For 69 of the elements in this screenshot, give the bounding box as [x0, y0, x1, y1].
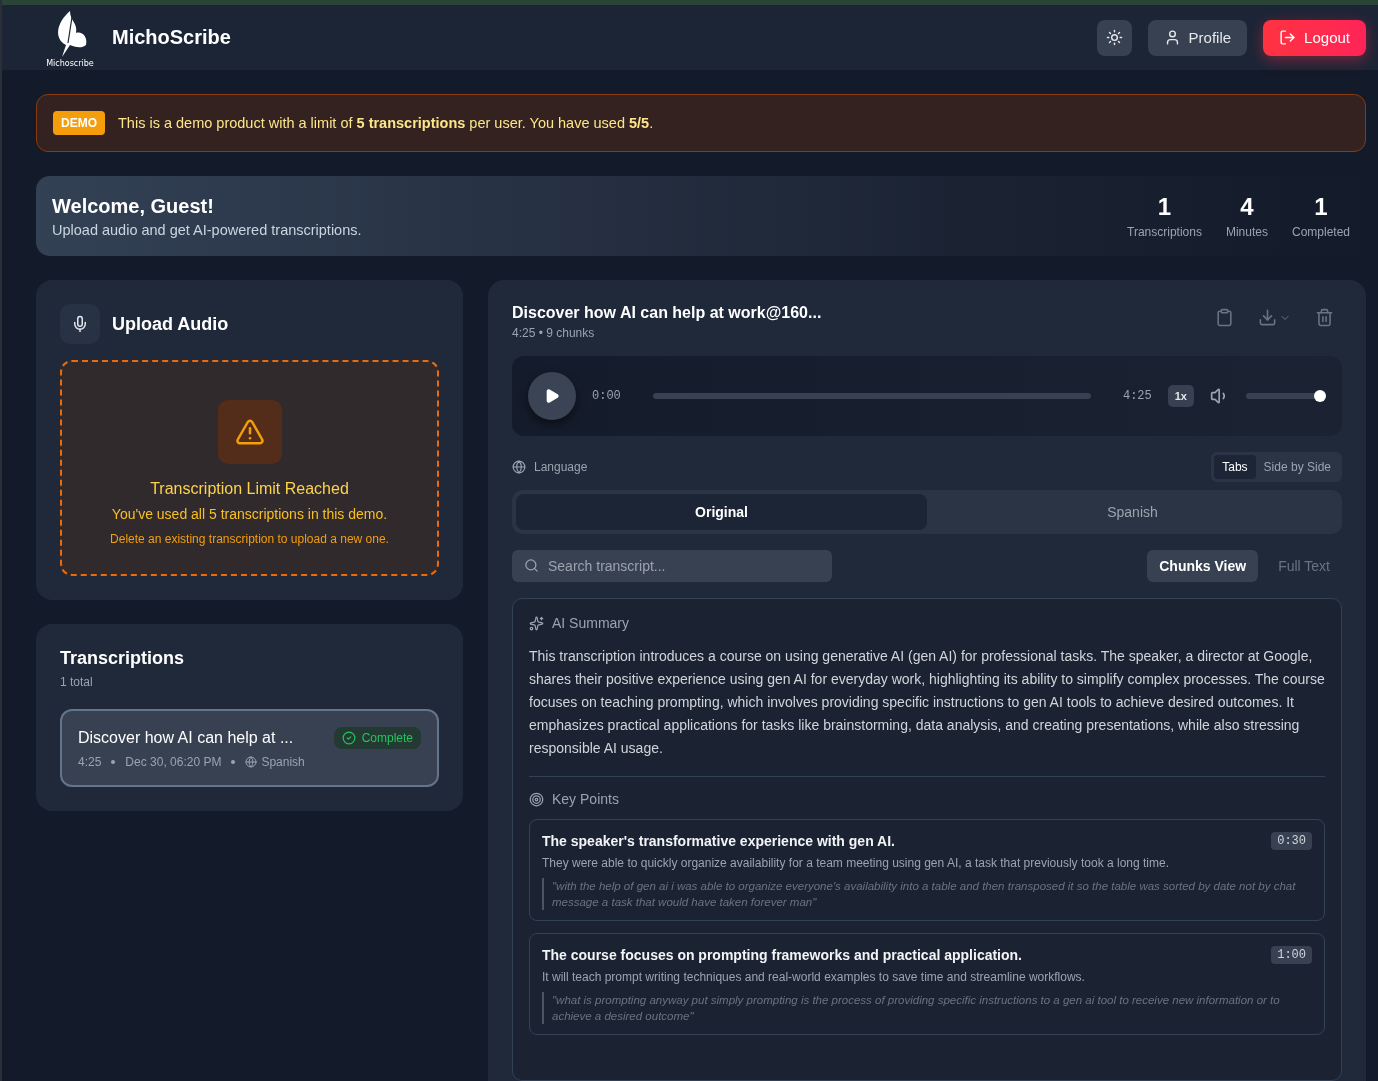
- play-icon: [544, 388, 560, 404]
- language-tab[interactable]: Original: [516, 494, 927, 530]
- key-point-title: The speaker's transformative experience with gen AI.: [542, 833, 895, 849]
- search-field[interactable]: Search transcript...: [512, 550, 832, 582]
- timestamp-badge[interactable]: 1:00: [1271, 946, 1312, 964]
- logout-button[interactable]: Logout: [1263, 19, 1366, 56]
- status-badge: Complete: [333, 727, 421, 749]
- speed-button[interactable]: 1x: [1167, 385, 1194, 407]
- key-point-description: It will teach prompt writing techniques and real-world examples to save time and streamline workflows.: [542, 970, 1086, 984]
- total-time: 4:25: [1122, 389, 1152, 403]
- warning-icon: [234, 417, 265, 447]
- summary-text: This transcription introduces a course on using generative AI (gen AI) for professional tasks. The speaker, a director at Google, shares their positive experience using gen AI for everyday work, highlighting its ability to simplify complex processes. The course focuses on teaching prompting, which involves providing specific instructions to gen AI tools to achieve desired outcomes. It emphasizes practical applications for tasks like brainstorming, data analysis, and creating presentations, while also stressing responsible AI usage.: [529, 647, 1325, 758]
- download-icon[interactable]: [1258, 308, 1277, 327]
- brand-name: MichoScribe: [112, 26, 231, 49]
- transcript-title: Discover how AI can help at work@160...: [512, 304, 822, 322]
- transcription-date: Dec 30, 06:20 PM: [125, 755, 222, 769]
- stat-label: Minutes: [1225, 225, 1268, 239]
- bullet-icon: [111, 760, 116, 764]
- stat-label: Transcriptions: [1127, 225, 1202, 239]
- language-tab[interactable]: Spanish: [927, 494, 1338, 530]
- limit-message: You've used all 5 transcriptions in this demo.: [111, 506, 388, 522]
- trash-icon[interactable]: [1315, 308, 1334, 327]
- welcome-subtitle: Upload audio and get AI-powered transcriptions.: [52, 221, 362, 238]
- transcript-meta: 4:25 • 9 chunks: [512, 326, 596, 340]
- globe-icon: [512, 460, 526, 474]
- profile-button[interactable]: Profile: [1147, 19, 1248, 56]
- sun-icon: [1105, 29, 1123, 46]
- stat-value: 1: [1314, 193, 1328, 221]
- check-circle-icon: [341, 731, 356, 745]
- transcription-duration: 4:25: [78, 755, 102, 769]
- progress-track[interactable]: [652, 393, 1091, 399]
- key-point-title: The course focuses on prompting frameworks and practical application.: [542, 947, 1022, 963]
- stat-value: 1: [1157, 193, 1172, 221]
- bullet-icon: [231, 760, 236, 764]
- section-title: Key Points: [552, 791, 619, 807]
- language-label: Language: [534, 460, 588, 474]
- transcription-language: Spanish: [261, 755, 305, 769]
- card-title: Upload Audio: [112, 313, 229, 335]
- layout-tab[interactable]: Side by Side: [1255, 455, 1339, 479]
- demo-notice: This is a demo product with a limit of 5 transcriptions per user. You have used 5/5.: [118, 115, 654, 131]
- view-tab[interactable]: Chunks View: [1147, 550, 1259, 582]
- key-point-quote: "what is prompting anyway put simply prompting is the process of providing specific instructions to a gen ai tool to receive new information or to achieve a desired outcome": [542, 992, 1312, 1024]
- section-title: AI Summary: [552, 615, 629, 631]
- search-icon: [524, 558, 539, 573]
- theme-toggle-button[interactable]: [1096, 19, 1132, 56]
- target-icon: [529, 791, 544, 807]
- microphone-icon: [71, 315, 89, 333]
- limit-title: Transcription Limit Reached: [150, 480, 349, 498]
- welcome-title: Welcome, Guest!: [52, 194, 215, 218]
- clipboard-icon[interactable]: [1215, 308, 1234, 327]
- key-point-quote: "with the help of gen ai i was able to organize everyone's availability into a table and then transposed it so the table was sorted by date not by chat message a task that would have taken forever man": [542, 878, 1312, 910]
- logout-icon: [1279, 29, 1297, 46]
- transcription-count: 1 total: [60, 675, 94, 689]
- logo-text: Michoscribe: [46, 58, 94, 68]
- demo-badge: DEMO: [53, 111, 105, 135]
- transcription-title: Discover how AI can help at ...: [78, 729, 294, 747]
- play-button[interactable]: [528, 372, 576, 420]
- key-point-description: They were able to quickly organize availability for a team meeting using gen AI, a task that previously took a long time.: [542, 856, 1170, 870]
- card-title: Transcriptions: [60, 648, 185, 668]
- globe-icon: [245, 756, 258, 768]
- current-time: 0:00: [592, 389, 621, 403]
- volume-slider[interactable]: [1246, 390, 1326, 402]
- limit-hint: Delete an existing transcription to upload a new one.: [110, 532, 389, 546]
- sparkles-icon: [529, 615, 544, 631]
- stat-value: 4: [1240, 193, 1254, 221]
- timestamp-badge[interactable]: 0:30: [1271, 832, 1312, 850]
- stat-label: Completed: [1291, 225, 1350, 239]
- layout-tab[interactable]: Tabs: [1214, 455, 1256, 479]
- transcription-item[interactable]: Discover how AI can help at ... Complete 4:25 Dec 30, 06:20 PM Spanish: [60, 709, 439, 787]
